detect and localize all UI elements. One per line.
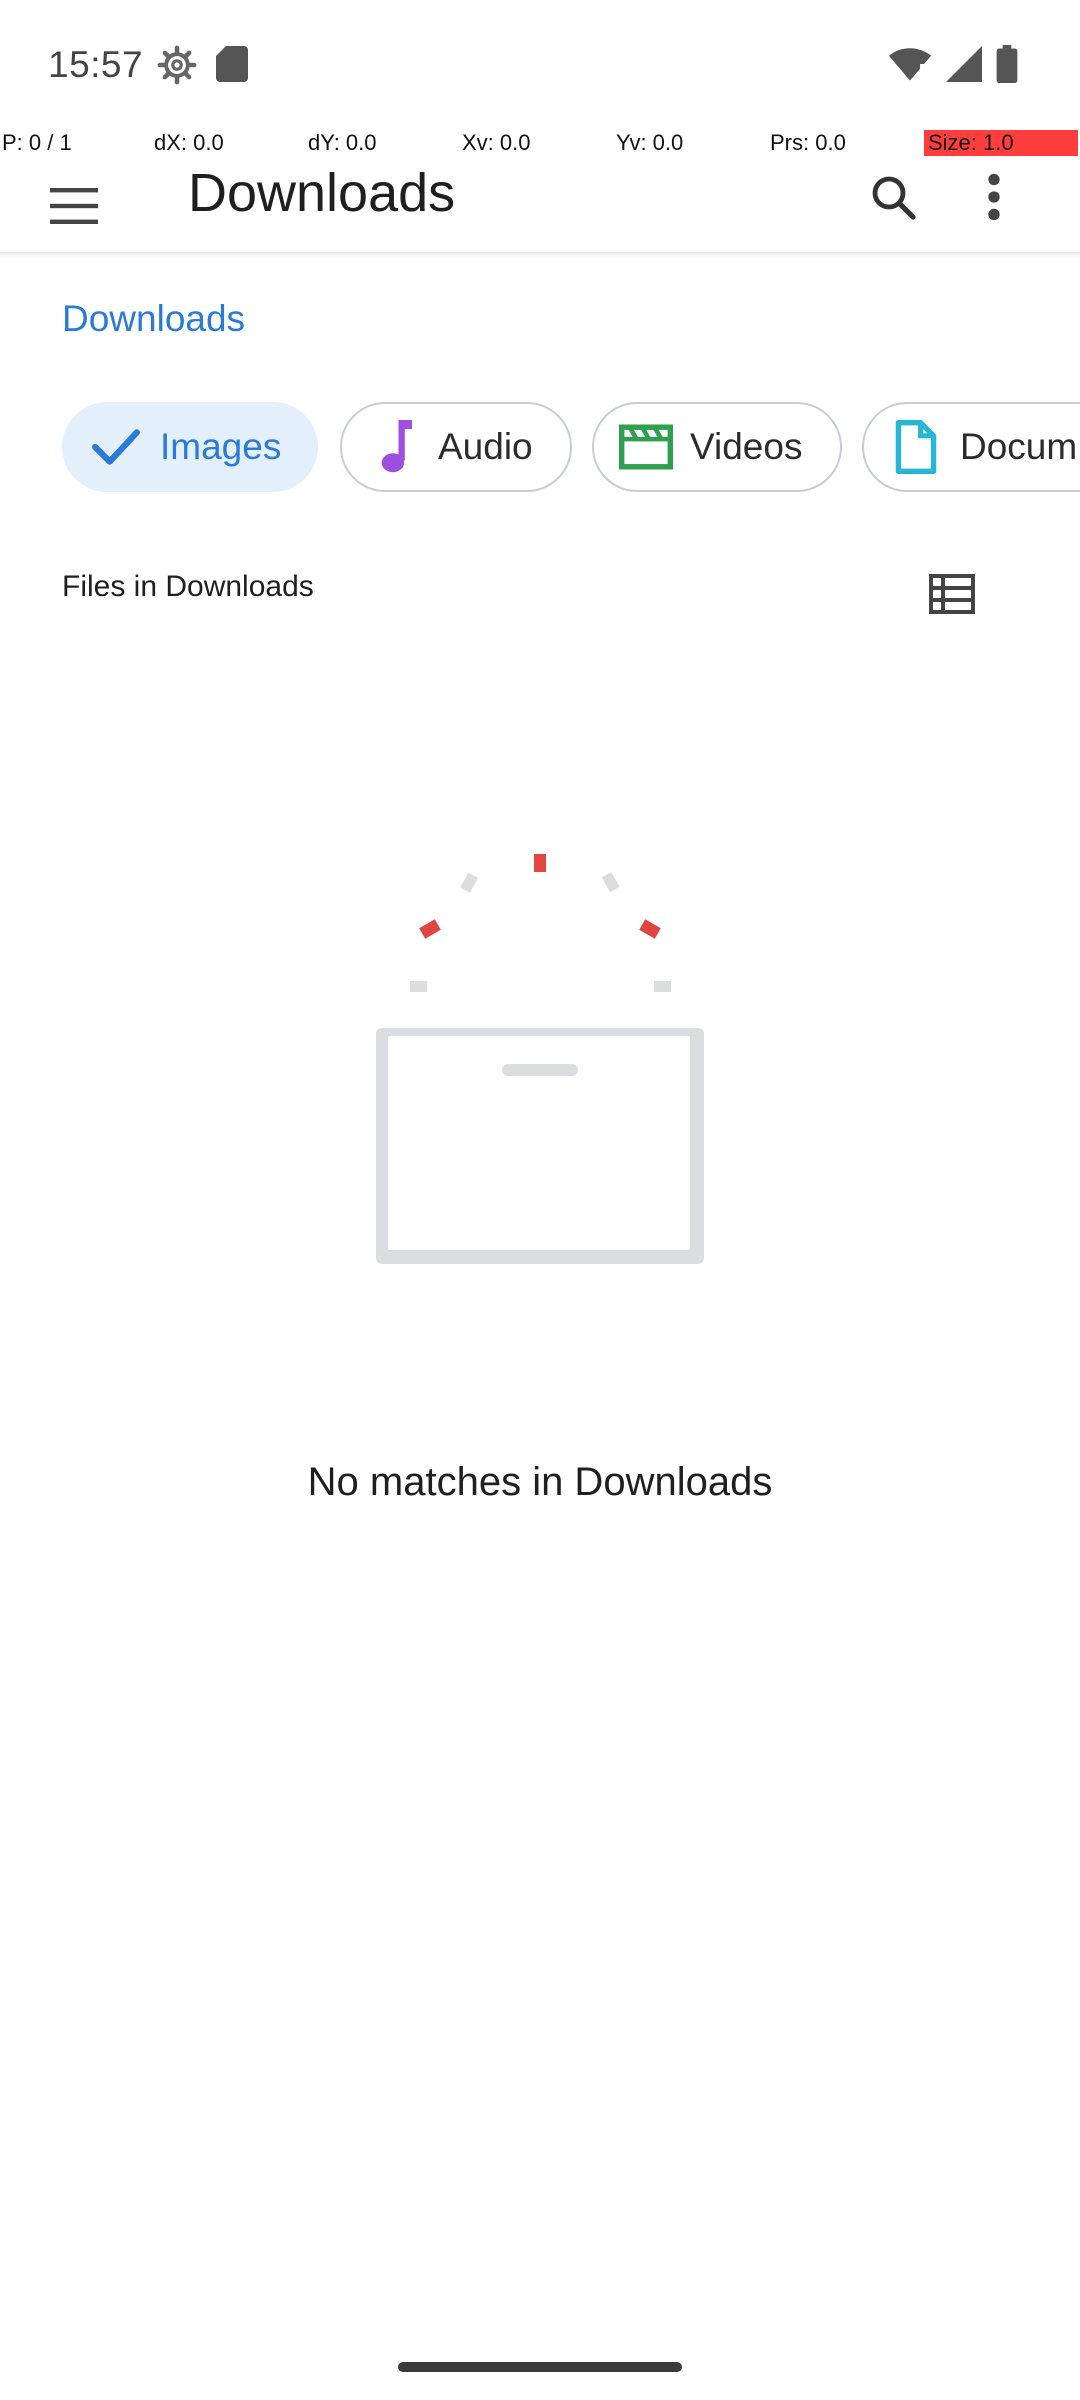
music-note-icon (364, 417, 424, 477)
system-icons (888, 40, 1018, 88)
chip-documents[interactable]: Docum (862, 402, 1080, 492)
breadcrumb-root[interactable]: Downloads (62, 298, 245, 340)
chip-label: Images (160, 426, 282, 467)
burst-dash (654, 981, 671, 992)
list-view-icon (929, 574, 975, 614)
document-icon (886, 417, 946, 477)
clapperboard-icon (616, 417, 676, 477)
section-title: Files in Downloads (62, 570, 314, 603)
empty-state-message: No matches in Downloads (307, 1460, 773, 1504)
status-clock: 15:57 (48, 44, 144, 85)
page-title: Downloads (188, 163, 456, 223)
burst-dash (410, 981, 427, 992)
chip-images[interactable]: Images (62, 402, 318, 492)
more-options-button[interactable] (940, 160, 1048, 234)
chip-label: Audio (438, 426, 533, 467)
sd-card-icon (216, 46, 248, 82)
app-bar-divider (0, 252, 1080, 258)
burst-dash (639, 919, 661, 939)
battery-icon (996, 45, 1018, 83)
status-bar: 15:57 (0, 0, 1080, 128)
menu-icon (50, 188, 98, 224)
filter-chips: Images Audio Videos Docum (62, 402, 1080, 494)
check-icon (86, 417, 146, 477)
search-button[interactable] (856, 160, 930, 234)
burst-dash (460, 872, 479, 893)
chip-audio[interactable]: Audio (340, 402, 572, 492)
chip-label: Docum (960, 426, 1078, 467)
wifi-icon (888, 48, 932, 82)
burst-dash (534, 854, 546, 872)
burst-dash (601, 872, 620, 893)
settings-gear-icon (157, 45, 197, 85)
screen: 15:57 P: 0 / 1 dX: 0.0 dY: 0.0 Xv: 0.0 Y… (0, 0, 1080, 2400)
search-icon (872, 176, 916, 220)
cellular-signal-icon (946, 46, 982, 82)
app-bar: Downloads (0, 150, 1080, 254)
view-toggle-button[interactable] (892, 542, 1012, 646)
chip-label: Videos (690, 426, 803, 467)
navigation-menu-button[interactable] (36, 168, 112, 244)
empty-folder-illustration (376, 854, 704, 1264)
more-vert-icon (988, 173, 1000, 221)
chip-videos[interactable]: Videos (592, 402, 842, 492)
burst-dash (419, 919, 441, 939)
home-indicator[interactable] (398, 2362, 682, 2372)
